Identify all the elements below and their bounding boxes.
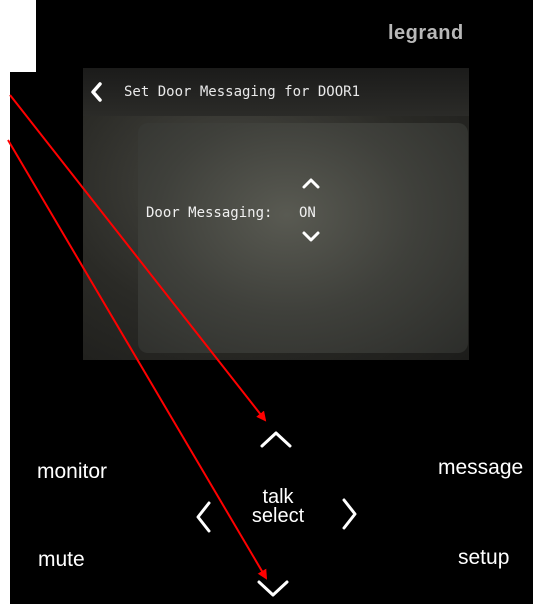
screen-header: Set Door Messaging for DOOR1	[83, 68, 469, 116]
image-margin-right	[533, 0, 545, 604]
image-margin-left	[0, 0, 10, 604]
message-button[interactable]: message	[438, 456, 523, 480]
nav-right-icon[interactable]	[338, 494, 360, 534]
door-messaging-value[interactable]: ON	[299, 205, 316, 221]
nav-up-icon[interactable]	[256, 426, 296, 452]
setup-button[interactable]: setup	[458, 546, 509, 570]
door-messaging-label: Door Messaging:	[146, 205, 273, 221]
select-label: select	[251, 505, 305, 527]
screen-title: Set Door Messaging for DOOR1	[124, 84, 361, 100]
talk-select-button[interactable]: talk select	[238, 487, 318, 527]
lcd-screen: Set Door Messaging for DOOR1 Door Messag…	[83, 68, 469, 360]
chevron-left-icon[interactable]	[87, 80, 107, 104]
brand-logo: legrand	[388, 22, 464, 44]
nav-down-icon[interactable]	[253, 576, 293, 602]
monitor-button[interactable]: monitor	[37, 460, 107, 484]
nav-left-icon[interactable]	[193, 497, 215, 537]
value-down-icon[interactable]	[300, 229, 322, 245]
mute-button[interactable]: mute	[38, 548, 85, 572]
value-up-icon[interactable]	[300, 175, 322, 191]
intercom-panel: legrand Set Door Messaging for DOOR1 Doo…	[0, 0, 545, 604]
image-margin-top-left	[0, 0, 36, 72]
settings-panel: Door Messaging: ON	[138, 123, 468, 353]
